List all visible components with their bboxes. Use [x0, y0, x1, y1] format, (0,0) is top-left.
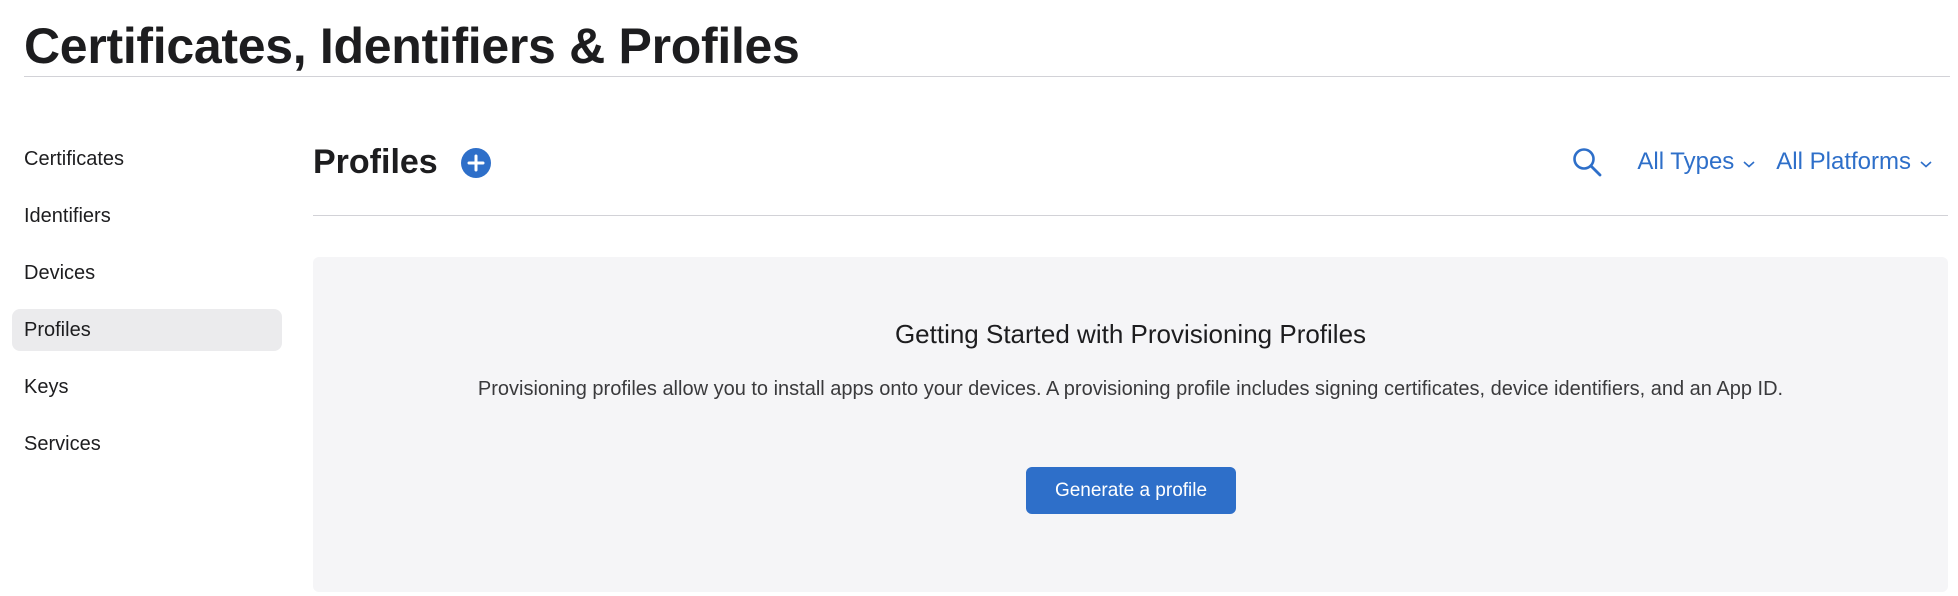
sidebar-item-keys[interactable]: Keys	[12, 366, 282, 408]
section-divider	[313, 215, 1948, 216]
section-header: Profiles All Types All Platforms	[313, 138, 1933, 186]
add-profile-button[interactable]	[461, 148, 491, 178]
sidebar-item-identifiers[interactable]: Identifiers	[12, 195, 282, 237]
section-title: Profiles	[313, 143, 438, 181]
sidebar-item-label: Services	[24, 432, 101, 455]
sidebar-item-label: Keys	[24, 375, 69, 398]
sidebar: Certificates Identifiers Devices Profile…	[12, 138, 282, 480]
search-button[interactable]	[1569, 144, 1605, 180]
sidebar-item-label: Certificates	[24, 147, 125, 170]
sidebar-item-label: Profiles	[24, 318, 91, 341]
sidebar-item-certificates[interactable]: Certificates	[12, 138, 282, 180]
title-divider	[24, 76, 1950, 77]
filter-all-types[interactable]: All Types	[1637, 148, 1756, 176]
empty-state-panel: Getting Started with Provisioning Profil…	[313, 257, 1948, 592]
sidebar-item-profiles[interactable]: Profiles	[12, 309, 282, 351]
empty-state-title: Getting Started with Provisioning Profil…	[894, 319, 1367, 349]
plus-circle-icon	[467, 154, 485, 172]
generate-profile-button[interactable]: Generate a profile	[1026, 467, 1236, 514]
chevron-down-icon	[1919, 148, 1933, 176]
filter-label: All Platforms	[1776, 148, 1911, 175]
empty-state-description: Provisioning profiles allow you to insta…	[477, 378, 1784, 400]
sidebar-item-services[interactable]: Services	[12, 423, 282, 465]
sidebar-item-devices[interactable]: Devices	[12, 252, 282, 294]
sidebar-item-label: Identifiers	[24, 204, 111, 227]
page-title: Certificates, Identifiers & Profiles	[24, 18, 800, 74]
header-tools: All Types All Platforms	[1569, 138, 1933, 186]
search-icon	[1573, 148, 1602, 177]
filter-all-platforms[interactable]: All Platforms	[1776, 148, 1933, 176]
sidebar-item-label: Devices	[24, 261, 96, 284]
chevron-down-icon	[1742, 148, 1756, 176]
filter-label: All Types	[1637, 148, 1735, 175]
